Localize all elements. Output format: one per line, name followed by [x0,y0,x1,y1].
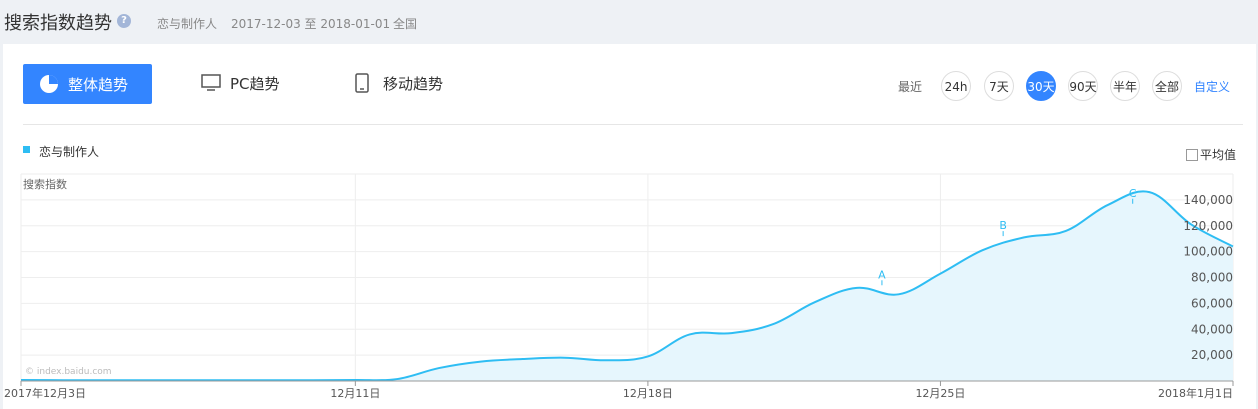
x-tick-label: 12月18日 [623,387,673,400]
top-bar: 搜索指数趋势 ? 恋与制作人 2017-12-03 至 2018-01-01 全… [0,0,1258,44]
keyword-label: 恋与制作人 [157,17,218,31]
y-tick-label: 20,000 [1191,348,1233,362]
date-range: 2017-12-03 至 2018-01-01 [231,17,391,31]
x-tick-label: 12月11日 [330,387,380,400]
region-label: 全国 [393,17,418,31]
y-tick-label: 60,000 [1191,296,1233,310]
x-tick-label: 2018年1月1日 [1158,386,1233,400]
series-area [21,191,1233,381]
x-tick-label: 2017年12月3日 [4,386,86,400]
trend-panel: 整体趋势 PC趋势 移动趋势 最近 24h 7天 30天 90天 半年 全部 自… [3,44,1256,409]
y-tick-label: 120,000 [1183,219,1233,233]
annotation-label: C [1129,187,1137,200]
trend-chart: 2017年12月3日 12月11日 12月18日 12月25日 2018年1月1日 20,… [4,173,1234,400]
y-tick-label: 40,000 [1191,322,1233,336]
page-title: 搜索指数趋势 [4,13,112,34]
watermark: © index.baidu.com [25,367,112,377]
annotation-label: A [878,268,886,281]
x-tick-label: 12月25日 [915,387,965,400]
y-axis-title: 搜索指数 [23,177,67,191]
help-icon[interactable]: ? [117,14,131,28]
y-tick-label: 140,000 [1183,193,1233,207]
y-tick-label: 100,000 [1183,245,1233,259]
y-tick-label: 80,000 [1191,271,1233,285]
annotation-label: B [999,219,1007,232]
